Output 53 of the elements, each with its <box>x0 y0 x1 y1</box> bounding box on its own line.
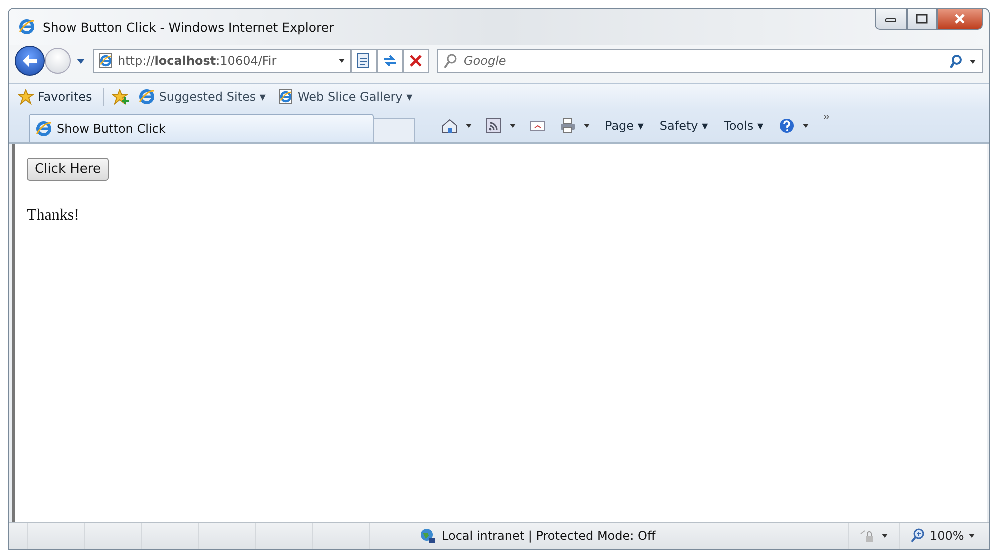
help-icon <box>778 118 796 134</box>
stop-button[interactable] <box>403 49 429 73</box>
maximize-button[interactable] <box>907 9 937 30</box>
browser-logo-icon <box>36 120 52 136</box>
search-icon <box>949 54 963 70</box>
command-menu[interactable]: Safety ▾ <box>654 117 714 135</box>
caret-icon <box>881 532 889 540</box>
search-field[interactable]: Google <box>437 49 983 73</box>
zoom-button[interactable]: 100% <box>899 523 989 549</box>
page-icon <box>98 53 114 69</box>
caret-icon <box>77 57 85 65</box>
caret-icon <box>465 122 473 130</box>
add-favorites-icon[interactable] <box>112 89 130 105</box>
globe-icon <box>420 528 436 544</box>
feed-icon <box>485 118 503 134</box>
caret-icon <box>968 532 976 540</box>
favorites-button[interactable]: Favorites <box>15 87 96 107</box>
zoom-icon <box>910 528 926 544</box>
dropdown-caret-icon[interactable] <box>338 57 346 65</box>
refresh-button[interactable] <box>377 49 403 73</box>
minimize-button[interactable] <box>875 9 907 30</box>
window-title: Show Button Click - Windows Internet Explorer <box>43 20 336 34</box>
star-icon <box>18 89 34 105</box>
favorites-link[interactable]: Web Slice Gallery ▾ <box>274 87 416 107</box>
lock-icon <box>859 528 875 544</box>
thanks-message: Thanks! <box>27 207 80 225</box>
favorites-link[interactable]: Suggested Sites ▾ <box>136 87 269 107</box>
click-here-button[interactable]: Click Here <box>27 158 109 181</box>
browser-logo-icon <box>19 19 35 35</box>
printer-icon <box>559 118 577 134</box>
back-button[interactable] <box>15 46 45 76</box>
stop-icon <box>408 53 424 69</box>
caret-icon <box>802 122 810 130</box>
command-menu[interactable]: Tools ▾ <box>718 117 770 135</box>
close-button[interactable] <box>937 9 983 30</box>
back-arrow-icon <box>22 54 38 68</box>
address-field[interactable]: http://localhost:10604/Fir <box>93 49 351 73</box>
search-icon <box>443 53 457 69</box>
compatibility-view-button[interactable] <box>351 49 377 73</box>
browser-logo-icon <box>139 89 156 105</box>
document-icon <box>356 53 372 69</box>
page-icon <box>278 89 294 105</box>
maximize-icon <box>916 14 928 24</box>
caret-icon <box>583 122 591 130</box>
command-menu[interactable]: Page ▾ <box>599 117 650 135</box>
close-icon <box>954 14 966 24</box>
tab[interactable]: Show Button Click <box>29 114 374 142</box>
security-zone-label: Local intranet | Protected Mode: Off <box>442 529 656 543</box>
refresh-icon <box>382 53 398 69</box>
home-icon <box>441 118 459 134</box>
caret-icon <box>509 122 517 130</box>
dropdown-caret-icon[interactable] <box>969 58 977 66</box>
more-commands-button[interactable]: » <box>824 111 830 123</box>
